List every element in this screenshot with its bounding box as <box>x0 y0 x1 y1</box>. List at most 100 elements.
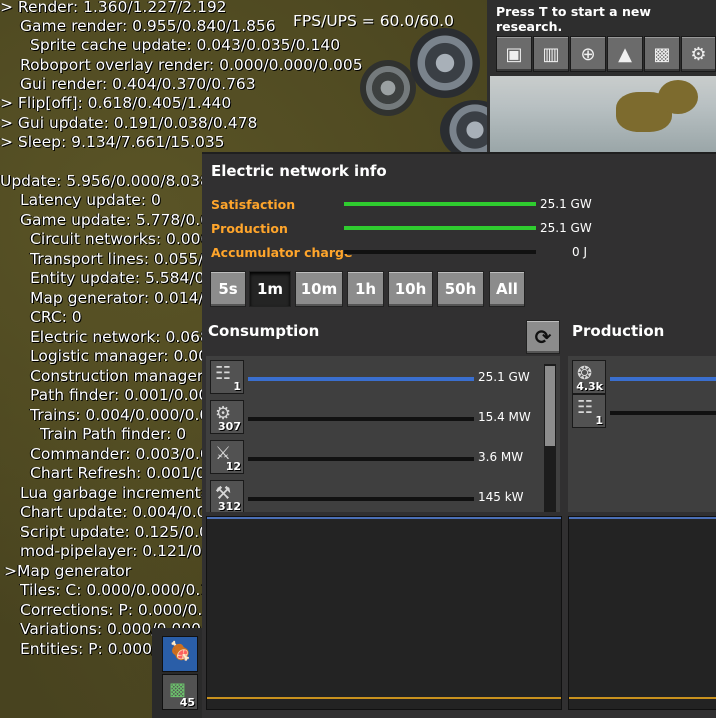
consumption-list: ☷ 1 25.1 GW ⚙ 307 15.4 MW ⚔ 12 3.6 MW ⚒ 312 145 kW <box>206 356 560 512</box>
entity-count: 1 <box>595 414 603 427</box>
substation-icon: ☷ 1 <box>572 394 606 428</box>
consumption-row[interactable]: ⚒ 312 145 kW <box>206 480 546 512</box>
debug-line: > Flip[off]: 0.618/0.405/1.440 <box>0 94 232 112</box>
slot-count: 45 <box>179 696 195 709</box>
production-bar <box>610 411 716 415</box>
debug-line: Latency update: 0 <box>20 191 161 209</box>
debug-line: Sprite cache update: 0.043/0.035/0.140 <box>30 36 341 54</box>
consumption-graph <box>206 516 562 710</box>
time-button-10h[interactable]: 10h <box>388 271 433 307</box>
production-value: 25.1 GW <box>540 221 592 235</box>
debug-line: > Render: 1.360/1.227/2.192 <box>0 0 227 16</box>
scroll-thumb[interactable] <box>545 366 555 446</box>
consumption-scrollbar[interactable] <box>544 364 556 512</box>
accumulator-value: 0 J <box>572 245 587 259</box>
debug-line: Gui render: 0.404/0.370/0.763 <box>20 75 256 93</box>
quickbar-slot[interactable]: 🍖 <box>162 636 198 672</box>
entity-count: 4.3k <box>576 380 603 393</box>
steam-engine-icon: ❂ 4.3k <box>572 360 606 394</box>
mining-drill-icon: ⚒ 312 <box>210 480 244 512</box>
production-book-button[interactable]: ▣ <box>496 36 532 72</box>
accumulator-label: Accumulator charge <box>211 245 353 260</box>
time-button-1m[interactable]: 1m <box>249 271 291 307</box>
consumption-title: Consumption <box>208 322 320 340</box>
debug-line: Trains: 0.004/0.000/0.011 <box>30 406 229 424</box>
debug-line: Roboport overlay render: 0.000/0.000/0.0… <box>20 56 363 74</box>
consumption-bar <box>248 417 474 421</box>
debug-line: CRC: 0 <box>30 308 82 326</box>
consumption-value: 25.1 GW <box>478 370 530 384</box>
satisfaction-value: 25.1 GW <box>540 197 592 211</box>
satisfaction-bar <box>344 202 536 206</box>
production-bar-fill <box>344 226 536 230</box>
production-bar <box>610 377 716 381</box>
entity-count: 307 <box>218 420 241 433</box>
time-button-1h[interactable]: 1h <box>347 271 384 307</box>
debug-line: > Gui update: 0.191/0.038/0.478 <box>0 114 258 132</box>
research-button[interactable]: ▲ <box>607 36 643 72</box>
production-bar-fill <box>610 377 716 381</box>
quickbar: 🍖 ▩ 45 <box>152 628 202 718</box>
icon-glyph: ☷ <box>215 363 232 384</box>
inserter-icon: ⚔ 12 <box>210 440 244 474</box>
production-row[interactable]: ☷ 1 <box>568 394 716 432</box>
production-list: ❂ 4.3k ☷ 1 <box>568 356 716 512</box>
quickbar-slot[interactable]: ▩ 45 <box>162 674 198 710</box>
graph-baseline <box>569 697 716 699</box>
consumption-graph-line <box>207 517 561 519</box>
consumption-panel: Consumption ⟳ ☷ 1 25.1 GW ⚙ 307 15.4 MW ⚔ 12 3.6… <box>206 318 564 718</box>
settings-button[interactable]: ⚙ <box>681 36 716 72</box>
consumption-value: 145 kW <box>478 490 524 504</box>
production-label: Production <box>211 221 288 236</box>
production-title: Production <box>572 322 665 340</box>
crosshair-button[interactable]: ⊕ <box>570 36 606 72</box>
production-graph <box>568 516 716 710</box>
entity-count: 12 <box>225 460 241 473</box>
time-button-all[interactable]: All <box>489 271 525 307</box>
fps-readout: FPS/UPS = 60.0/60.0 <box>293 12 454 30</box>
debug-line: Game render: 0.955/0.840/1.856 <box>20 17 276 35</box>
substation-icon: ☷ 1 <box>210 360 244 394</box>
electric-network-panel: Electric network info Satisfaction 25.1 … <box>202 152 716 320</box>
satisfaction-label: Satisfaction <box>211 197 296 212</box>
production-graph-line <box>569 517 716 519</box>
consumption-bar-fill <box>248 377 474 381</box>
accumulator-bar <box>344 250 536 254</box>
network-stats-panel: Consumption ⟳ ☷ 1 25.1 GW ⚙ 307 15.4 MW ⚔ 12 3.6… <box>202 318 716 718</box>
production-bar <box>344 226 536 230</box>
debug-line: Update: 5.956/0.000/8.038 <box>0 172 210 190</box>
entity-count: 1 <box>233 380 241 393</box>
statistics-button[interactable]: ▥ <box>533 36 569 72</box>
graph-baseline <box>207 697 561 699</box>
minimap-land <box>658 80 698 114</box>
consumption-row[interactable]: ☷ 1 25.1 GW <box>206 360 546 398</box>
turbine-machine <box>410 28 480 98</box>
satisfaction-bar-fill <box>344 202 536 206</box>
consumption-bar <box>248 497 474 501</box>
consumption-value: 3.6 MW <box>478 450 524 464</box>
turbine-machine <box>360 60 416 116</box>
robot-icon: ⚙ 307 <box>210 400 244 434</box>
debug-line: > Sleep: 9.134/7.661/15.035 <box>0 133 225 151</box>
consumption-row[interactable]: ⚔ 12 3.6 MW <box>206 440 546 478</box>
minimap[interactable] <box>490 76 716 152</box>
consumption-bar <box>248 377 474 381</box>
refresh-icon: ⟳ <box>534 325 552 349</box>
consumption-value: 15.4 MW <box>478 410 531 424</box>
research-prompt: Press T to start a new research. <box>496 4 651 34</box>
refresh-button[interactable]: ⟳ <box>526 320 560 354</box>
debug-line: >Map generator <box>4 562 132 580</box>
consumption-row[interactable]: ⚙ 307 15.4 MW <box>206 400 546 438</box>
icon-glyph: ☷ <box>577 397 594 418</box>
time-button-10m[interactable]: 10m <box>295 271 343 307</box>
train-button[interactable]: ▩ <box>644 36 680 72</box>
consumption-bar <box>248 457 474 461</box>
debug-line: Train Path finder: 0 <box>40 425 187 443</box>
entity-count: 312 <box>218 500 241 512</box>
fish-icon: 🍖 <box>169 641 192 662</box>
time-button-5s[interactable]: 5s <box>210 271 246 307</box>
production-panel: Production ❂ 4.3k ☷ 1 <box>568 318 716 718</box>
panel-title: Electric network info <box>211 162 387 180</box>
production-row[interactable]: ❂ 4.3k <box>568 360 716 398</box>
time-button-50h[interactable]: 50h <box>437 271 484 307</box>
